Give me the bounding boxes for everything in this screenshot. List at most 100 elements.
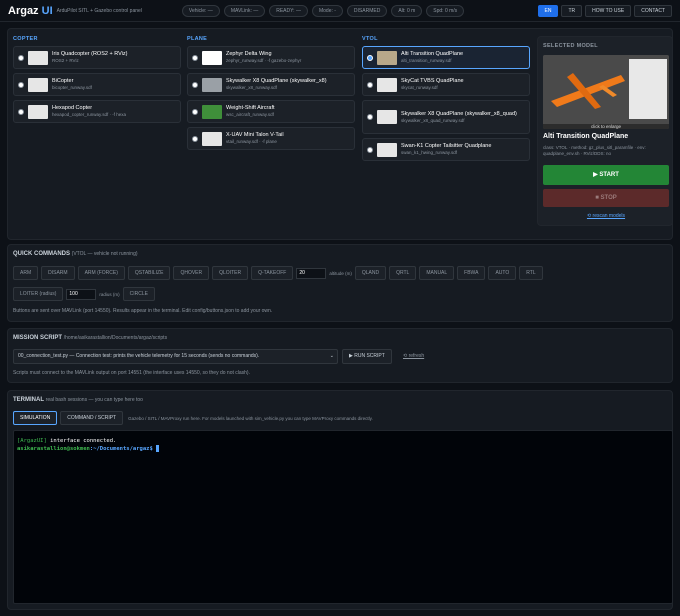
prompt-path: :~/Documents/argaz$ (89, 446, 153, 452)
model-card-hexapod[interactable]: Hexapod Copter hexapod_copter_runway.sdf … (13, 100, 181, 123)
model-name: Skywalker X8 QuadPlane (skywalker_x8) (226, 78, 327, 84)
qstabilize-button[interactable]: QSTABILIZE (127, 266, 171, 280)
stop-button[interactable]: ■ STOP (543, 189, 669, 207)
lang-en-button[interactable]: EN (537, 4, 559, 17)
contact-button[interactable]: CONTACT (634, 4, 672, 17)
qloiter-button[interactable]: QLOITER (212, 266, 249, 280)
how-to-use-button[interactable]: HOW TO USE (585, 4, 632, 17)
qland-button[interactable]: QLAND (354, 266, 387, 280)
q-takeoff-button[interactable]: Q-TAKEOFF (251, 266, 294, 280)
terminal-line: [ArgazUI] interface connected. (17, 437, 669, 445)
start-button[interactable]: ▶ START (543, 165, 669, 185)
takeoff-altitude-input[interactable]: 20 (296, 267, 327, 279)
model-file: bicopter_runway.sdf (52, 85, 92, 90)
scripts-path: /home/asikarastallion/Documents/argaz/sc… (63, 335, 168, 341)
model-file: alti_transition_runway.sdf (401, 58, 452, 63)
rescan-models-link[interactable]: ⟲ rescan models (538, 213, 674, 219)
prompt-user: asikarastallion@sokmen (17, 446, 90, 452)
model-card-bicopter[interactable]: BiCopter bicopter_runway.sdf (13, 73, 181, 96)
model-file: zephyr_runway.sdf · -f gazebo-zephyr (226, 58, 302, 63)
model-card-skywalker-x8[interactable]: Skywalker X8 QuadPlane (skywalker_x8) sky… (187, 73, 355, 96)
loiter-radius-label: radius (m) (99, 291, 120, 297)
radio-icon[interactable] (18, 81, 24, 88)
model-file: hexapod_copter_runway.sdf · -f hexa (52, 112, 126, 117)
model-name: SkyCat TVBS QuadPlane (401, 78, 464, 84)
qrtl-button[interactable]: QRTL (389, 266, 417, 280)
radio-icon[interactable] (18, 108, 24, 115)
selected-model-panel: SELECTED MODEL click to enlarge Alti Tra… (537, 36, 673, 226)
model-name: Alti Transition QuadPlane (401, 51, 464, 57)
model-name: Swan-K1 Copter Tailsitter Quadplane (401, 143, 492, 149)
radio-icon[interactable] (18, 54, 24, 61)
quick-commands-title: QUICK COMMANDS (13, 251, 70, 257)
model-file: skywalker_x8_quad_runway.sdf (401, 117, 465, 123)
lang-tr-button[interactable]: TR (561, 4, 583, 17)
script-select[interactable]: 00_connection_test.py — Connection test:… (13, 349, 338, 364)
arm-state-pill: DISARMED (346, 4, 388, 17)
terminal-output[interactable]: [ArgazUI] interface connected. asikarast… (13, 430, 673, 604)
terminal-title: TERMINAL (13, 397, 44, 403)
plane-title: PLANE (187, 36, 208, 42)
model-card-mini-talon[interactable]: X-UAV Mini Talon V-Tail vtail_runway.sdf … (187, 127, 355, 150)
refresh-scripts-link[interactable]: ⟲ refresh (403, 353, 424, 359)
model-name: Iris Quadcopter (ROS2 + RViz) (52, 51, 128, 57)
model-name: Zephyr Delta Wing (226, 51, 272, 57)
model-thumbnail (28, 104, 48, 119)
speed-pill: Spd: 0 m/s (426, 4, 465, 17)
model-file: skycat_runway.sdf (401, 85, 438, 90)
model-card-iris[interactable]: Iris Quadcopter (ROS2 + RViz) ROS2 + RViz (13, 46, 181, 69)
circle-button[interactable]: CIRCLE (122, 287, 156, 301)
model-file: ROS2 + RViz (52, 58, 79, 63)
model-card-skycat[interactable]: SkyCat TVBS QuadPlane skycat_runway.sdf (362, 73, 530, 96)
arm-force-button[interactable]: ARM (FORCE) (77, 266, 125, 280)
rtl-button[interactable]: RTL (519, 266, 543, 280)
model-file: vtail_runway.sdf · -f plane (226, 139, 277, 144)
qhover-button[interactable]: QHOVER (173, 266, 210, 280)
radio-icon[interactable] (367, 54, 373, 61)
tab-simulation[interactable]: SIMULATION (13, 411, 58, 425)
model-preview-image[interactable]: click to enlarge (543, 55, 669, 129)
model-thumbnail (377, 50, 397, 65)
radio-icon[interactable] (192, 135, 198, 142)
copter-title: COPTER (13, 36, 38, 42)
mission-script-note: Scripts must connect to the MAVLink outp… (13, 370, 250, 376)
cursor-icon (156, 445, 160, 452)
disarm-button[interactable]: DISARM (41, 266, 75, 280)
model-name: Skywalker X8 QuadPlane (skywalker_x8_qua… (401, 110, 517, 117)
loiter-radius-input[interactable]: 100 (66, 288, 97, 300)
tab-command-script[interactable]: COMMAND / SCRIPT (60, 411, 124, 425)
selected-model-title: SELECTED MODEL (543, 43, 598, 49)
model-file: wsc_aircraft_runway.sdf (226, 112, 274, 117)
terminal-subtitle: real bash sessions — you can type here t… (45, 397, 143, 403)
tagline: ArduPilot SITL + Gazebo control panel (56, 7, 142, 14)
terminal-text: interface connected. (46, 438, 117, 444)
model-card-alti-transition[interactable]: Alti Transition QuadPlane alti_transition… (362, 46, 530, 69)
radio-icon[interactable] (367, 81, 373, 88)
model-thumbnail (377, 77, 397, 92)
ready-pill: READY: — (269, 4, 308, 17)
model-card-skywalker-x8-quad[interactable]: Skywalker X8 QuadPlane (skywalker_x8_qua… (362, 100, 530, 134)
run-script-button[interactable]: ▶ RUN SCRIPT (342, 349, 392, 364)
mavlink-pill: MAVLink: — (223, 4, 266, 17)
manual-button[interactable]: MANUAL (419, 266, 455, 280)
selected-model-name: Alti Transition QuadPlane (543, 133, 629, 140)
radio-icon[interactable] (192, 108, 198, 115)
model-file: skywalker_x8_runway.sdf (226, 85, 277, 90)
terminal-tag: [ArgazUI] (17, 438, 47, 444)
fbwa-button[interactable]: FBWA (457, 266, 486, 280)
selected-model-meta: class: VTOL · method: gz_plus_sitl_param… (543, 145, 646, 156)
radio-icon[interactable] (367, 114, 373, 120)
model-card-weight-shift[interactable]: Weight-Shift Aircraft wsc_aircraft_runway… (187, 100, 355, 123)
radio-icon[interactable] (192, 81, 198, 88)
loiter-button[interactable]: LOITER (radius) (13, 287, 64, 301)
altitude-pill: Alt: 0 m (391, 4, 423, 17)
quick-commands-subtitle: (VTOL — vehicle not running) (71, 251, 138, 257)
model-thumbnail (377, 142, 397, 157)
arm-button[interactable]: ARM (13, 266, 39, 280)
model-card-zephyr[interactable]: Zephyr Delta Wing zephyr_runway.sdf · -f … (187, 46, 355, 69)
command-row-2: LOITER (radius) 100 radius (m) CIRCLE (13, 287, 156, 301)
auto-button[interactable]: AUTO (488, 266, 517, 280)
radio-icon[interactable] (192, 54, 198, 61)
model-card-swan-k1[interactable]: Swan-K1 Copter Tailsitter Quadplane swan_… (362, 138, 530, 161)
radio-icon[interactable] (367, 146, 373, 153)
